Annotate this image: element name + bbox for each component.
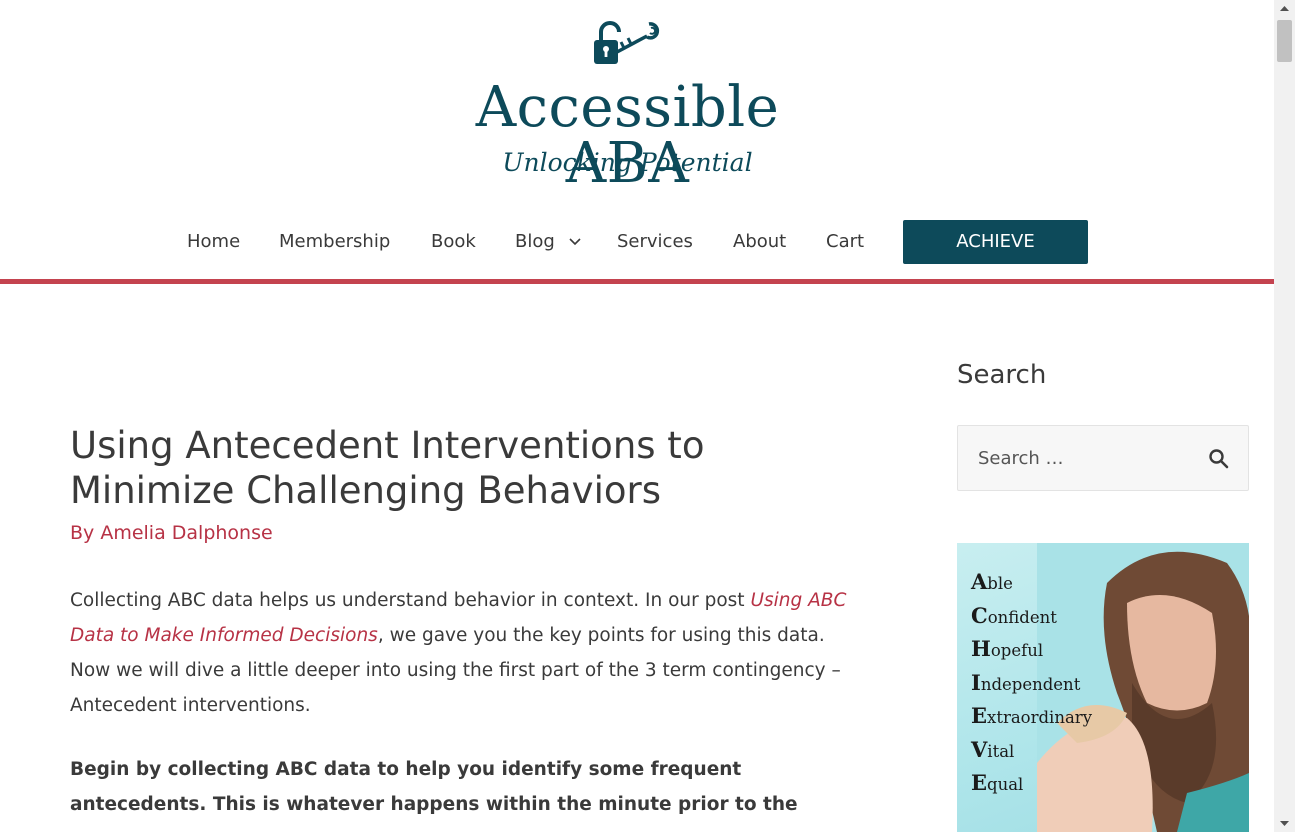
nav-item-membership[interactable]: Membership [279, 220, 390, 264]
post-byline: By Amelia Dalphonse [70, 522, 273, 544]
chevron-down-icon [568, 238, 581, 246]
promo-word: Equal [971, 770, 1024, 795]
site-logo[interactable]: Accessible ABA Unlocking Potential [405, 14, 850, 192]
nav-item-book[interactable]: Book [431, 220, 476, 264]
header-divider [0, 279, 1274, 284]
scroll-down-arrow-icon[interactable] [1274, 815, 1295, 832]
byline-prefix: By [70, 522, 101, 544]
scrollbar-thumb[interactable] [1277, 20, 1292, 62]
page-scrollbar[interactable] [1274, 0, 1295, 832]
post-title: Using Antecedent Interventions to Minimi… [70, 424, 705, 512]
post-paragraph-bold: Begin by collecting ABC data to help you… [70, 759, 798, 815]
promo-word: Independent [971, 669, 1081, 695]
paragraph-text: Collecting ABC data helps us understand … [70, 590, 751, 611]
search-icon[interactable] [1208, 448, 1230, 470]
post-paragraph: Collecting ABC data helps us understand … [70, 583, 860, 723]
padlock-key-icon [594, 21, 660, 64]
promo-word: Vital [971, 736, 1015, 762]
site-tagline: Unlocking Potential [502, 148, 753, 177]
nav-item-home[interactable]: Home [187, 220, 240, 264]
promo-word: Confident [971, 602, 1057, 628]
nav-item-blog[interactable]: Blog [515, 220, 581, 264]
promo-word: Hopeful [971, 636, 1044, 661]
promo-acronym-list: Able Confident Hopeful Independent Extra… [971, 565, 1092, 800]
promo-word: Extraordinary [971, 703, 1093, 728]
achieve-promo-image[interactable]: Able Confident Hopeful Independent Extra… [957, 543, 1249, 832]
author-link[interactable]: Amelia Dalphonse [100, 522, 272, 544]
nav-item-about[interactable]: About [733, 220, 786, 264]
search-input[interactable] [958, 426, 1188, 490]
nav-item-cart[interactable]: Cart [826, 220, 864, 264]
scroll-up-arrow-icon[interactable] [1274, 0, 1295, 17]
search-widget-title: Search [957, 360, 1047, 390]
promo-word: Able [971, 569, 1013, 594]
nav-item-services[interactable]: Services [617, 220, 693, 264]
search-form [957, 425, 1249, 491]
nav-item-blog-label: Blog [515, 231, 555, 252]
main-nav: Home Membership Book Blog Services About… [0, 220, 1274, 264]
achieve-button[interactable]: ACHIEVE [903, 220, 1088, 264]
